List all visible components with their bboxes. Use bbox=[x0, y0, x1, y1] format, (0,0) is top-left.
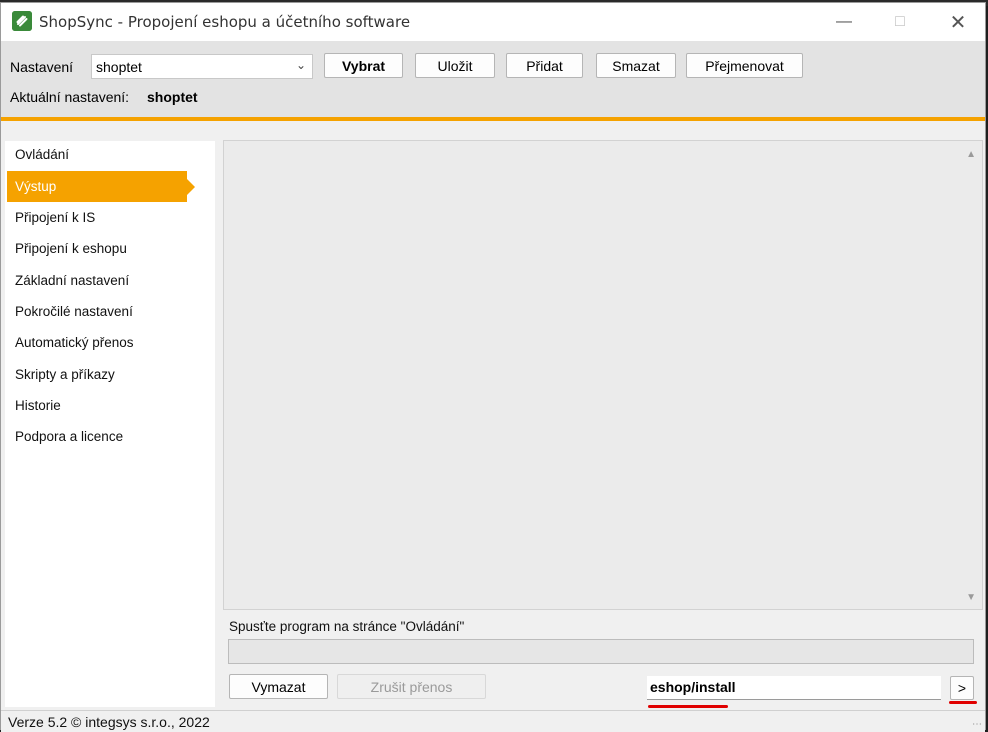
run-command-button[interactable]: > bbox=[950, 676, 974, 700]
sidebar-item-pripojeni-is[interactable]: Připojení k IS bbox=[15, 210, 95, 225]
add-button[interactable]: Přidat bbox=[506, 53, 583, 78]
version-text: Verze 5.2 © integsys s.r.o., 2022 bbox=[8, 714, 210, 730]
status-bar: Verze 5.2 © integsys s.r.o., 2022 ⋯ bbox=[1, 710, 985, 732]
command-input[interactable]: eshop/install bbox=[647, 676, 941, 700]
save-button[interactable]: Uložit bbox=[415, 53, 495, 78]
cancel-transfer-button[interactable]: Zrušit přenos bbox=[337, 674, 486, 699]
current-settings-value: shoptet bbox=[147, 89, 198, 105]
settings-label: Nastavení bbox=[10, 59, 74, 75]
maximize-icon[interactable]: □ bbox=[877, 3, 923, 41]
sidebar-item-pokrocile-nastaveni[interactable]: Pokročilé nastavení bbox=[15, 304, 133, 319]
app-window: ShopSync - Propojení eshopu a účetního s… bbox=[0, 2, 986, 732]
chevron-down-icon: ⌄ bbox=[295, 58, 306, 72]
sidebar-item-pripojeni-eshop[interactable]: Připojení k eshopu bbox=[15, 241, 127, 256]
resize-grip-icon[interactable]: ⋯ bbox=[972, 719, 982, 730]
minimize-icon[interactable]: — bbox=[821, 3, 867, 41]
select-button[interactable]: Vybrat bbox=[324, 53, 403, 78]
delete-button[interactable]: Smazat bbox=[596, 53, 676, 78]
title-bar: ShopSync - Propojení eshopu a účetního s… bbox=[1, 3, 985, 41]
accent-divider bbox=[1, 117, 985, 121]
sidebar-item-skripty[interactable]: Skripty a příkazy bbox=[15, 367, 115, 382]
annotation-underline bbox=[949, 701, 977, 704]
current-settings-label: Aktuální nastavení: bbox=[10, 89, 130, 105]
progress-bar bbox=[228, 639, 974, 664]
sidebar-item-podpora[interactable]: Podpora a licence bbox=[15, 429, 123, 444]
sidebar-item-ovladani[interactable]: Ovládání bbox=[15, 147, 69, 162]
settings-select[interactable]: shoptet ⌄ bbox=[91, 54, 313, 79]
output-textarea[interactable]: ▲ ▼ bbox=[223, 140, 983, 610]
scroll-up-icon[interactable]: ▲ bbox=[966, 149, 976, 160]
sidebar-item-zakladni-nastaveni[interactable]: Základní nastavení bbox=[15, 273, 129, 288]
sidebar-item-automaticky-prenos[interactable]: Automatický přenos bbox=[15, 335, 134, 350]
scroll-down-icon[interactable]: ▼ bbox=[966, 592, 976, 603]
sidebar-item-vystup[interactable]: Výstup bbox=[15, 179, 56, 194]
annotation-underline bbox=[648, 705, 728, 708]
clear-button[interactable]: Vymazat bbox=[229, 674, 328, 699]
sidebar-item-historie[interactable]: Historie bbox=[15, 398, 61, 413]
shopsync-logo-icon bbox=[12, 11, 32, 31]
settings-select-value: shoptet bbox=[96, 59, 142, 75]
status-text: Spusťte program na stránce "Ovládání" bbox=[229, 619, 465, 634]
window-title: ShopSync - Propojení eshopu a účetního s… bbox=[39, 13, 411, 31]
close-icon[interactable]: ✕ bbox=[935, 3, 981, 41]
rename-button[interactable]: Přejmenovat bbox=[686, 53, 803, 78]
sidebar: Ovládání Výstup Připojení k IS Připojení… bbox=[5, 141, 215, 707]
